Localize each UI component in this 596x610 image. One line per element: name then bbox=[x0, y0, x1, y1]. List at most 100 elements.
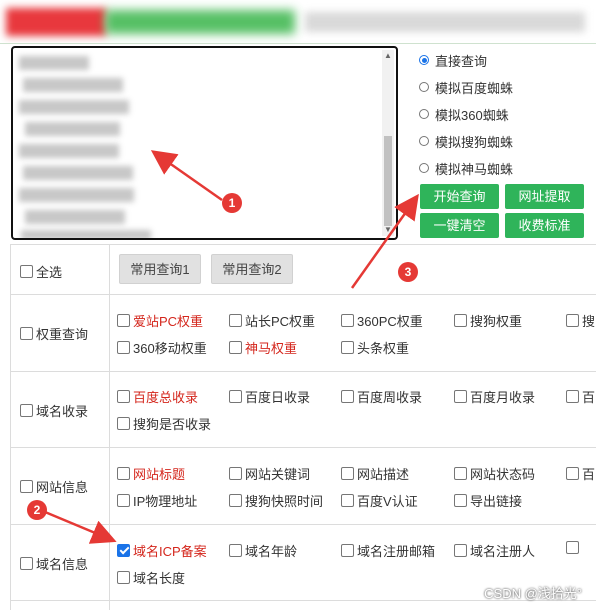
checkbox-icon[interactable] bbox=[229, 341, 242, 354]
option-label: 百 bbox=[582, 467, 596, 482]
option-baidu-monthly-index[interactable]: 百度月收录 bbox=[454, 387, 535, 406]
option-aizhan-pc-weight[interactable]: 爱站PC权重 bbox=[117, 311, 203, 330]
radio-icon[interactable] bbox=[419, 163, 429, 173]
option-site-keywords[interactable]: 网站关键词 bbox=[229, 464, 310, 483]
grid-border bbox=[10, 244, 596, 245]
checkbox-icon[interactable] bbox=[117, 494, 130, 507]
checkbox-icon[interactable] bbox=[566, 541, 579, 554]
radio-label: 模拟神马蜘蛛 bbox=[435, 161, 514, 177]
checkbox-icon[interactable] bbox=[454, 314, 467, 327]
checkbox-icon[interactable] bbox=[566, 390, 579, 403]
option-baidu-weekly-index[interactable]: 百度周收录 bbox=[341, 387, 422, 406]
option-truncated[interactable]: 百 bbox=[566, 387, 595, 406]
checkbox-icon[interactable] bbox=[117, 314, 130, 327]
start-query-button[interactable]: 开始查询 bbox=[420, 184, 499, 209]
option-label: 网站描述 bbox=[357, 467, 410, 482]
radio-icon[interactable] bbox=[419, 136, 429, 146]
checkbox-icon[interactable] bbox=[229, 494, 242, 507]
group-site-checkbox[interactable]: 网站信息 bbox=[20, 477, 88, 496]
radio-360-spider[interactable]: 模拟360蜘蛛 bbox=[419, 103, 509, 125]
checkbox-icon[interactable] bbox=[341, 314, 354, 327]
checkbox-icon[interactable] bbox=[229, 544, 242, 557]
checkbox-checked-icon[interactable] bbox=[117, 544, 130, 557]
radio-shenma-spider[interactable]: 模拟神马蜘蛛 bbox=[419, 157, 513, 179]
option-baidu-daily-index[interactable]: 百度日收录 bbox=[229, 387, 310, 406]
checkbox-icon[interactable] bbox=[20, 404, 33, 417]
option-label: 360移动权重 bbox=[133, 341, 207, 356]
pricing-button[interactable]: 收费标准 bbox=[505, 213, 584, 238]
option-sogou-snapshot-time[interactable]: 搜狗快照时间 bbox=[229, 491, 323, 510]
checkbox-icon[interactable] bbox=[341, 544, 354, 557]
radio-icon[interactable] bbox=[419, 109, 429, 119]
option-truncated[interactable] bbox=[566, 541, 579, 554]
option-site-title[interactable]: 网站标题 bbox=[117, 464, 185, 483]
option-domain-age[interactable]: 域名年龄 bbox=[229, 541, 297, 560]
checkbox-icon[interactable] bbox=[341, 390, 354, 403]
redacted-line bbox=[25, 210, 125, 224]
checkbox-icon[interactable] bbox=[229, 314, 242, 327]
divider bbox=[0, 43, 596, 44]
checkbox-icon[interactable] bbox=[454, 494, 467, 507]
select-all-checkbox[interactable]: 全选 bbox=[20, 262, 62, 281]
option-truncated[interactable]: 百 bbox=[566, 464, 595, 483]
checkbox-icon[interactable] bbox=[20, 480, 33, 493]
checkbox-icon[interactable] bbox=[566, 314, 579, 327]
scroll-up-icon[interactable]: ▲ bbox=[382, 50, 394, 62]
option-baidu-total-index[interactable]: 百度总收录 bbox=[117, 387, 198, 406]
radio-baidu-spider[interactable]: 模拟百度蜘蛛 bbox=[419, 76, 513, 98]
checkbox-icon[interactable] bbox=[229, 467, 242, 480]
checkbox-icon[interactable] bbox=[454, 390, 467, 403]
radio-sogou-spider[interactable]: 模拟搜狗蜘蛛 bbox=[419, 130, 513, 152]
option-domain-length[interactable]: 域名长度 bbox=[117, 568, 185, 587]
option-sogou-weight[interactable]: 搜狗权重 bbox=[454, 311, 522, 330]
radio-icon[interactable] bbox=[419, 82, 429, 92]
checkbox-icon[interactable] bbox=[117, 341, 130, 354]
radio-selected-icon[interactable] bbox=[419, 55, 429, 65]
option-site-status-code[interactable]: 网站状态码 bbox=[454, 464, 535, 483]
checkbox-icon[interactable] bbox=[117, 467, 130, 480]
checkbox-icon[interactable] bbox=[20, 557, 33, 570]
grid-border bbox=[10, 524, 596, 525]
group-label: 域名信息 bbox=[36, 557, 89, 572]
option-sogou-indexed[interactable]: 搜狗是否收录 bbox=[117, 414, 211, 433]
option-360-mobile-weight[interactable]: 360移动权重 bbox=[117, 338, 207, 357]
radio-direct-query[interactable]: 直接查询 bbox=[419, 49, 487, 71]
checkbox-icon[interactable] bbox=[20, 327, 33, 340]
checkbox-icon[interactable] bbox=[341, 467, 354, 480]
group-weight-checkbox[interactable]: 权重查询 bbox=[20, 324, 88, 343]
option-truncated[interactable]: 搜 bbox=[566, 311, 595, 330]
option-shenma-weight[interactable]: 神马权重 bbox=[229, 338, 297, 357]
scroll-thumb[interactable] bbox=[384, 136, 392, 226]
option-toutiao-weight[interactable]: 头条权重 bbox=[341, 338, 409, 357]
checkbox-icon[interactable] bbox=[454, 544, 467, 557]
checkbox-icon[interactable] bbox=[117, 571, 130, 584]
option-baidu-v-verified[interactable]: 百度V认证 bbox=[341, 491, 418, 510]
option-domain-icp[interactable]: 域名ICP备案 bbox=[117, 541, 207, 560]
preset-query-1-button[interactable]: 常用查询1 bbox=[119, 254, 201, 284]
checkbox-icon[interactable] bbox=[454, 467, 467, 480]
checkbox-icon[interactable] bbox=[566, 467, 579, 480]
annotation-arrow-2 bbox=[44, 510, 117, 544]
extract-urls-button[interactable]: 网址提取 bbox=[505, 184, 584, 209]
group-index-checkbox[interactable]: 域名收录 bbox=[20, 401, 88, 420]
clear-all-button[interactable]: 一键清空 bbox=[420, 213, 499, 238]
option-outbound-links[interactable]: 导出链接 bbox=[454, 491, 522, 510]
option-domain-registrant[interactable]: 域名注册人 bbox=[454, 541, 535, 560]
option-domain-registrant-email[interactable]: 域名注册邮箱 bbox=[341, 541, 435, 560]
url-input-textarea[interactable]: ▲ ▼ bbox=[11, 46, 398, 240]
checkbox-icon[interactable] bbox=[117, 390, 130, 403]
checkbox-icon[interactable] bbox=[341, 494, 354, 507]
checkbox-icon[interactable] bbox=[229, 390, 242, 403]
group-domain-checkbox[interactable]: 域名信息 bbox=[20, 554, 88, 573]
scroll-down-icon[interactable]: ▼ bbox=[382, 224, 394, 236]
option-zhanzhang-pc-weight[interactable]: 站长PC权重 bbox=[229, 311, 315, 330]
option-site-description[interactable]: 网站描述 bbox=[341, 464, 409, 483]
checkbox-icon[interactable] bbox=[20, 265, 33, 278]
option-ip-location[interactable]: IP物理地址 bbox=[117, 491, 197, 510]
preset-query-2-button[interactable]: 常用查询2 bbox=[211, 254, 293, 284]
textarea-scrollbar[interactable]: ▲ ▼ bbox=[382, 50, 394, 236]
option-360-pc-weight[interactable]: 360PC权重 bbox=[341, 311, 423, 330]
checkbox-icon[interactable] bbox=[341, 341, 354, 354]
grid-border bbox=[10, 294, 596, 295]
checkbox-icon[interactable] bbox=[117, 417, 130, 430]
